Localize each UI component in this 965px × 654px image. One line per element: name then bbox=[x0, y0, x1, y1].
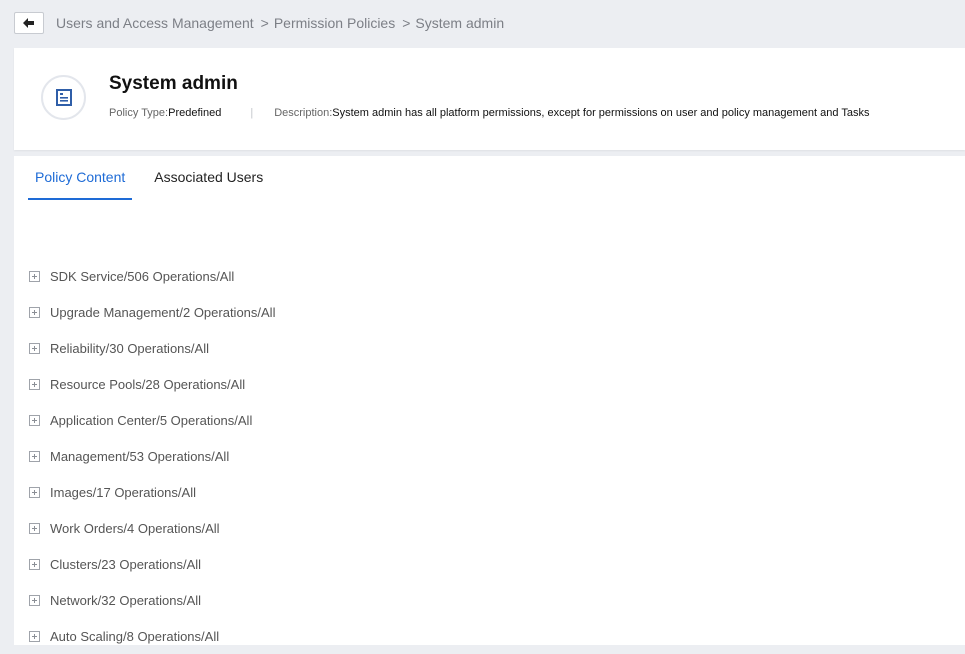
tab-bar: Policy Content Associated Users bbox=[28, 156, 270, 201]
expand-plus-icon[interactable] bbox=[29, 630, 40, 642]
expand-plus-icon[interactable] bbox=[29, 558, 40, 570]
list-item: Auto Scaling/8 Operations/All bbox=[29, 618, 629, 654]
list-item: Management/53 Operations/All bbox=[29, 438, 629, 474]
list-item-label: Resource Pools/28 Operations/All bbox=[50, 376, 246, 392]
list-item-label: Clusters/23 Operations/All bbox=[50, 556, 202, 572]
expand-plus-icon[interactable] bbox=[29, 486, 40, 498]
policy-avatar bbox=[41, 75, 86, 120]
policy-type-value: Predefined bbox=[168, 107, 222, 119]
meta-divider: | bbox=[250, 107, 254, 119]
breadcrumb-users-access[interactable]: Users and Access Management bbox=[56, 15, 254, 31]
expand-plus-icon[interactable] bbox=[29, 522, 40, 534]
expand-plus-icon[interactable] bbox=[29, 414, 40, 426]
list-item-label: Reliability/30 Operations/All bbox=[50, 340, 209, 356]
breadcrumb: Users and Access Management > Permission… bbox=[56, 15, 504, 31]
breadcrumb-permission-policies[interactable]: Permission Policies bbox=[274, 15, 395, 31]
list-item-label: Management/53 Operations/All bbox=[50, 448, 230, 464]
expand-plus-icon[interactable] bbox=[29, 306, 40, 318]
list-item-label: Images/17 Operations/All bbox=[50, 484, 196, 500]
list-item: Upgrade Management/2 Operations/All bbox=[29, 294, 629, 330]
list-item-label: Auto Scaling/8 Operations/All bbox=[50, 628, 220, 644]
list-item: Resource Pools/28 Operations/All bbox=[29, 366, 629, 402]
description-label: Description: bbox=[274, 107, 333, 119]
policy-service-list: SDK Service/506 Operations/All Upgrade M… bbox=[29, 258, 629, 654]
list-item-label: Upgrade Management/2 Operations/All bbox=[50, 304, 276, 320]
expand-plus-icon[interactable] bbox=[29, 594, 40, 606]
policy-content-panel: Policy Content Associated Users SDK Serv… bbox=[14, 156, 965, 645]
list-item: Work Orders/4 Operations/All bbox=[29, 510, 629, 546]
page-title: System admin bbox=[109, 73, 238, 94]
breadcrumb-current: System admin bbox=[415, 15, 505, 31]
list-item: Network/32 Operations/All bbox=[29, 582, 629, 618]
back-button[interactable] bbox=[14, 12, 44, 34]
expand-plus-icon[interactable] bbox=[29, 270, 40, 282]
policy-meta: Policy Type: Predefined | Description: S… bbox=[109, 107, 869, 119]
list-item-label: Work Orders/4 Operations/All bbox=[50, 520, 220, 536]
document-list-icon bbox=[55, 89, 72, 106]
list-item: SDK Service/506 Operations/All bbox=[29, 258, 629, 294]
list-item-label: SDK Service/506 Operations/All bbox=[50, 268, 235, 284]
list-item-label: Network/32 Operations/All bbox=[50, 592, 202, 608]
arrow-left-icon bbox=[23, 18, 34, 28]
tab-policy-content[interactable]: Policy Content bbox=[28, 156, 133, 200]
policy-type-label: Policy Type: bbox=[109, 107, 169, 119]
expand-plus-icon[interactable] bbox=[29, 342, 40, 354]
list-item: Images/17 Operations/All bbox=[29, 474, 629, 510]
list-item: Application Center/5 Operations/All bbox=[29, 402, 629, 438]
top-bar: Users and Access Management > Permission… bbox=[0, 0, 965, 48]
expand-plus-icon[interactable] bbox=[29, 450, 40, 462]
expand-plus-icon[interactable] bbox=[29, 378, 40, 390]
list-item: Reliability/30 Operations/All bbox=[29, 330, 629, 366]
tab-associated-users[interactable]: Associated Users bbox=[147, 156, 270, 200]
list-item-label: Application Center/5 Operations/All bbox=[50, 412, 253, 428]
policy-header: System admin Policy Type: Predefined | D… bbox=[14, 48, 965, 150]
breadcrumb-separator: > bbox=[260, 15, 269, 31]
list-item: Clusters/23 Operations/All bbox=[29, 546, 629, 582]
breadcrumb-separator: > bbox=[402, 15, 411, 31]
description-value: System admin has all platform permission… bbox=[332, 107, 870, 119]
